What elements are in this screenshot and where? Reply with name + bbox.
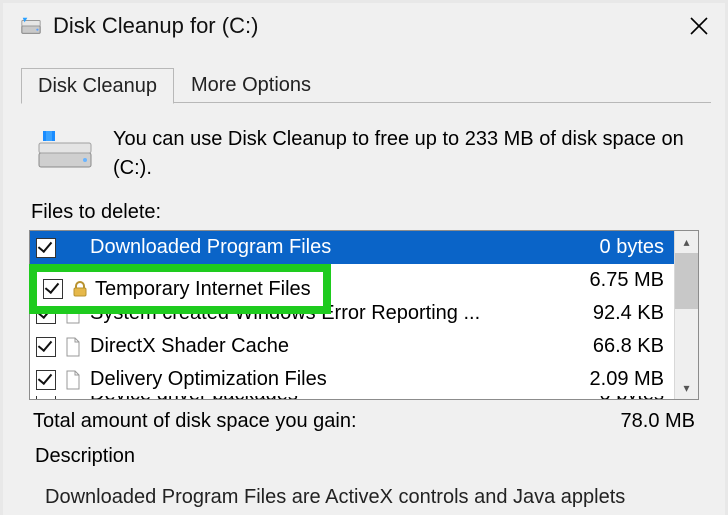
tab-more-options[interactable]: More Options: [174, 67, 328, 103]
checkbox[interactable]: [36, 370, 56, 390]
folder-icon: [62, 237, 84, 259]
titlebar: Disk Cleanup for (C:): [3, 3, 725, 49]
file-icon: [62, 369, 84, 391]
scroll-down-button[interactable]: ▾: [675, 377, 698, 399]
description-text: Downloaded Program Files are ActiveX con…: [31, 468, 697, 509]
scroll-track[interactable]: [675, 309, 698, 377]
item-size: 0 bytes: [578, 236, 668, 259]
item-size: 92.4 KB: [578, 302, 668, 325]
item-name: Temporary Internet Files: [90, 269, 578, 292]
description-group: Description Downloaded Program Files are…: [31, 445, 697, 509]
scroll-up-button[interactable]: ▴: [675, 231, 698, 253]
files-to-delete-label: Files to delete:: [31, 201, 699, 224]
list-item[interactable]: Delivery Optimization Files 2.09 MB: [30, 363, 674, 396]
close-button[interactable]: [677, 4, 721, 48]
list-item[interactable]: DirectX Shader Cache 66.8 KB: [30, 330, 674, 363]
scroll-thumb[interactable]: [675, 253, 698, 309]
intro-text: You can use Disk Cleanup to free up to 2…: [113, 125, 691, 183]
file-icon: [62, 303, 84, 325]
window-title: Disk Cleanup for (C:): [53, 13, 677, 39]
item-size: 2.09 MB: [578, 368, 668, 391]
list-item[interactable]: Downloaded Program Files 0 bytes: [30, 231, 674, 264]
item-name: Delivery Optimization Files: [90, 368, 578, 391]
disk-cleanup-icon: [19, 14, 43, 38]
total-label: Total amount of disk space you gain:: [33, 410, 357, 433]
item-name: DirectX Shader Cache: [90, 335, 578, 358]
item-name: System created Windows Error Reporting .…: [90, 302, 578, 325]
item-size: 0 bytes: [578, 396, 668, 399]
checkbox[interactable]: [36, 396, 56, 399]
list-item[interactable]: Temporary Internet Files 6.75 MB: [30, 264, 674, 297]
file-icon: [62, 396, 84, 399]
scrollbar[interactable]: ▴ ▾: [674, 231, 698, 399]
checkbox[interactable]: [36, 238, 56, 258]
tab-disk-cleanup[interactable]: Disk Cleanup: [21, 68, 174, 104]
tab-content: You can use Disk Cleanup to free up to 2…: [3, 103, 725, 509]
lock-icon: [62, 270, 84, 292]
drive-icon: [37, 129, 93, 171]
files-listbox[interactable]: Downloaded Program Files 0 bytes Tempora…: [29, 230, 699, 400]
checkbox[interactable]: [36, 337, 56, 357]
item-name: Downloaded Program Files: [90, 236, 578, 259]
item-size: 66.8 KB: [578, 335, 668, 358]
intro-row: You can use Disk Cleanup to free up to 2…: [37, 125, 691, 183]
checkbox[interactable]: [36, 271, 56, 291]
total-value: 78.0 MB: [621, 410, 695, 433]
total-row: Total amount of disk space you gain: 78.…: [29, 400, 699, 433]
list-item[interactable]: System created Windows Error Reporting .…: [30, 297, 674, 330]
list-rows: Downloaded Program Files 0 bytes Tempora…: [30, 231, 674, 399]
tab-strip: Disk Cleanup More Options: [3, 49, 725, 103]
file-icon: [62, 336, 84, 358]
dialog-window: Disk Cleanup for (C:) Disk Cleanup More …: [3, 3, 725, 515]
list-item[interactable]: Device driver packages 0 bytes: [30, 396, 674, 399]
item-size: 6.75 MB: [578, 269, 668, 292]
item-name: Device driver packages: [90, 396, 578, 399]
description-label: Description: [31, 445, 697, 468]
checkbox[interactable]: [36, 304, 56, 324]
